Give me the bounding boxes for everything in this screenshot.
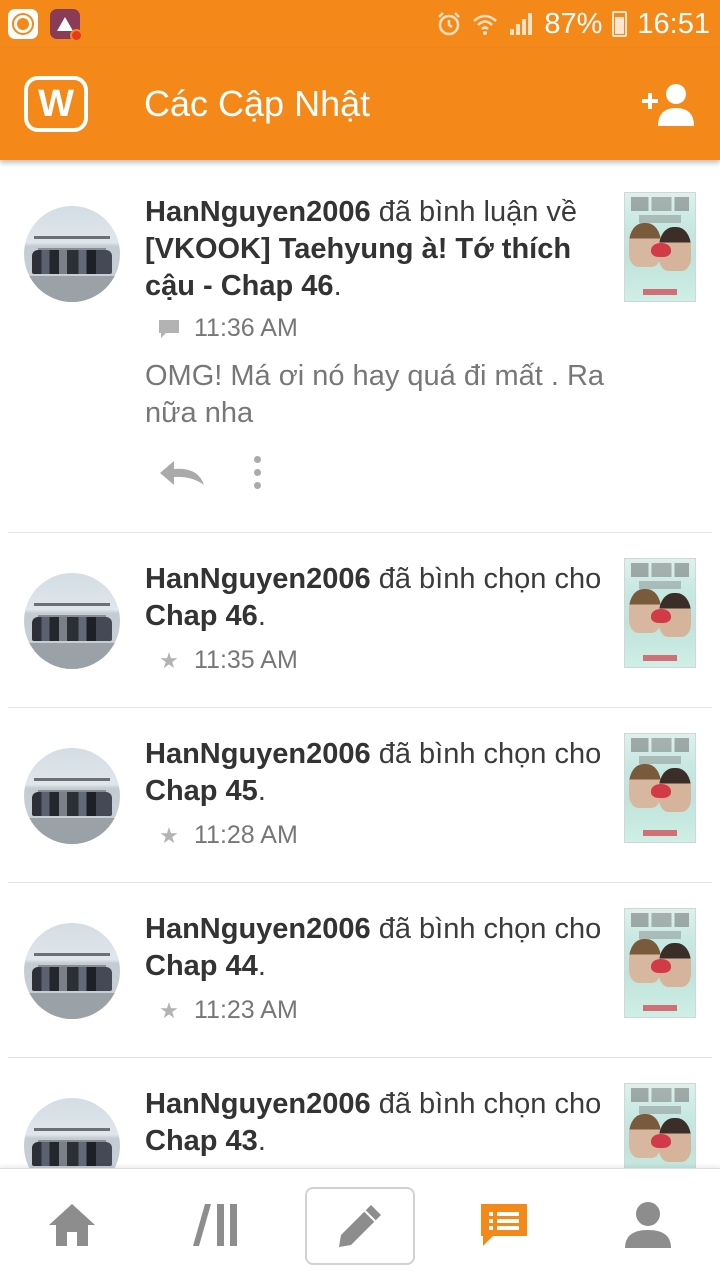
app-bar: W Các Cập Nhật	[0, 48, 720, 160]
status-bar: 87% 16:51	[0, 0, 720, 48]
timestamp: 11:28 AM	[194, 821, 298, 849]
activity-text: HanNguyen2006 đã bình luận về [VKOOK] Ta…	[145, 194, 605, 305]
comment-text: OMG! Má ơi nó hay quá đi mất . Ra nữa nh…	[145, 360, 605, 429]
story-cover[interactable]	[624, 192, 696, 302]
updates-icon	[481, 1204, 527, 1246]
bottom-navigation	[0, 1168, 720, 1280]
chapter-link[interactable]: Chap 43	[145, 1125, 258, 1157]
logo-letter: W	[38, 82, 74, 125]
timestamp: 11:35 AM	[194, 646, 298, 674]
story-cover[interactable]	[624, 1083, 696, 1168]
notification-alert-app-icon	[50, 9, 83, 42]
nav-home[interactable]	[22, 1169, 122, 1280]
story-link[interactable]: [VKOOK] Taehyung à! Tớ thích cậu - Chap …	[145, 233, 571, 302]
activity-text: HanNguyen2006 đã bình chọn cho Chap 44.	[145, 911, 605, 985]
username[interactable]: HanNguyen2006	[145, 563, 371, 595]
activity-text: HanNguyen2006 đã bình chọn cho Chap 46.	[145, 561, 605, 635]
star-icon: ★	[159, 647, 179, 673]
timestamp: 11:23 AM	[194, 996, 298, 1024]
add-user-icon[interactable]	[640, 82, 698, 126]
feed-item[interactable]: HanNguyen2006 đã bình chọn cho Chap 43.	[8, 1058, 712, 1168]
activity-action: đã bình chọn cho	[370, 913, 602, 945]
page-title: Các Cập Nhật	[144, 83, 371, 124]
story-cover[interactable]	[624, 908, 696, 1018]
sentence-end: .	[257, 1125, 266, 1157]
alarm-icon	[438, 12, 461, 36]
activity-action: đã bình luận về	[370, 196, 578, 228]
sentence-end: .	[257, 950, 266, 982]
updates-feed: HanNguyen2006 đã bình luận về [VKOOK] Ta…	[0, 160, 720, 1168]
notification-app-icon	[8, 9, 38, 39]
star-icon: ★	[159, 822, 179, 848]
avatar[interactable]	[24, 206, 120, 302]
signal-icon	[510, 13, 533, 35]
chapter-link[interactable]: Chap 44	[145, 950, 258, 982]
sentence-end: .	[333, 270, 342, 302]
profile-icon	[625, 1202, 671, 1248]
username[interactable]: HanNguyen2006	[145, 738, 371, 770]
home-icon	[49, 1204, 95, 1246]
sentence-end: .	[257, 775, 266, 807]
comment-icon	[159, 319, 179, 338]
activity-meta: ★ 11:28 AM	[158, 821, 298, 850]
activity-text: HanNguyen2006 đã bình chọn cho Chap 43.	[145, 1086, 605, 1160]
avatar[interactable]	[24, 748, 120, 844]
sentence-end: .	[257, 600, 266, 632]
avatar[interactable]	[24, 923, 120, 1019]
activity-meta: ★ 11:23 AM	[158, 996, 298, 1025]
nav-profile[interactable]	[598, 1169, 698, 1280]
chapter-link[interactable]: Chap 45	[145, 775, 258, 807]
username[interactable]: HanNguyen2006	[145, 196, 371, 228]
timestamp: 11:36 AM	[194, 314, 298, 342]
reply-icon[interactable]	[158, 459, 206, 487]
feed-item[interactable]: HanNguyen2006 đã bình chọn cho Chap 46. …	[8, 533, 712, 708]
battery-icon	[612, 11, 628, 37]
activity-meta: ★ 11:35 AM	[158, 646, 298, 675]
activity-action: đã bình chọn cho	[370, 563, 602, 595]
battery-percent: 87%	[544, 7, 603, 40]
wattpad-logo[interactable]: W	[24, 76, 88, 132]
nav-library[interactable]	[166, 1169, 266, 1280]
story-cover[interactable]	[624, 733, 696, 843]
avatar[interactable]	[24, 1098, 120, 1168]
avatar[interactable]	[24, 573, 120, 669]
username[interactable]: HanNguyen2006	[145, 913, 371, 945]
story-cover[interactable]	[624, 558, 696, 668]
more-options-icon[interactable]	[254, 456, 261, 489]
feed-item[interactable]: HanNguyen2006 đã bình luận về [VKOOK] Ta…	[8, 160, 712, 533]
username[interactable]: HanNguyen2006	[145, 1088, 371, 1120]
clock: 16:51	[637, 7, 710, 40]
feed-item[interactable]: HanNguyen2006 đã bình chọn cho Chap 44. …	[8, 883, 712, 1058]
library-icon	[193, 1204, 237, 1246]
activity-action: đã bình chọn cho	[370, 1088, 602, 1120]
comment-actions	[158, 456, 261, 489]
write-icon	[339, 1205, 381, 1247]
activity-text: HanNguyen2006 đã bình chọn cho Chap 45.	[145, 736, 605, 810]
nav-updates[interactable]	[454, 1169, 554, 1280]
star-icon: ★	[159, 997, 179, 1023]
chapter-link[interactable]: Chap 46	[145, 600, 258, 632]
feed-item[interactable]: HanNguyen2006 đã bình chọn cho Chap 45. …	[8, 708, 712, 883]
activity-meta: 11:36 AM	[158, 314, 298, 343]
nav-write[interactable]	[305, 1187, 415, 1265]
wifi-icon	[473, 14, 498, 35]
activity-action: đã bình chọn cho	[370, 738, 602, 770]
